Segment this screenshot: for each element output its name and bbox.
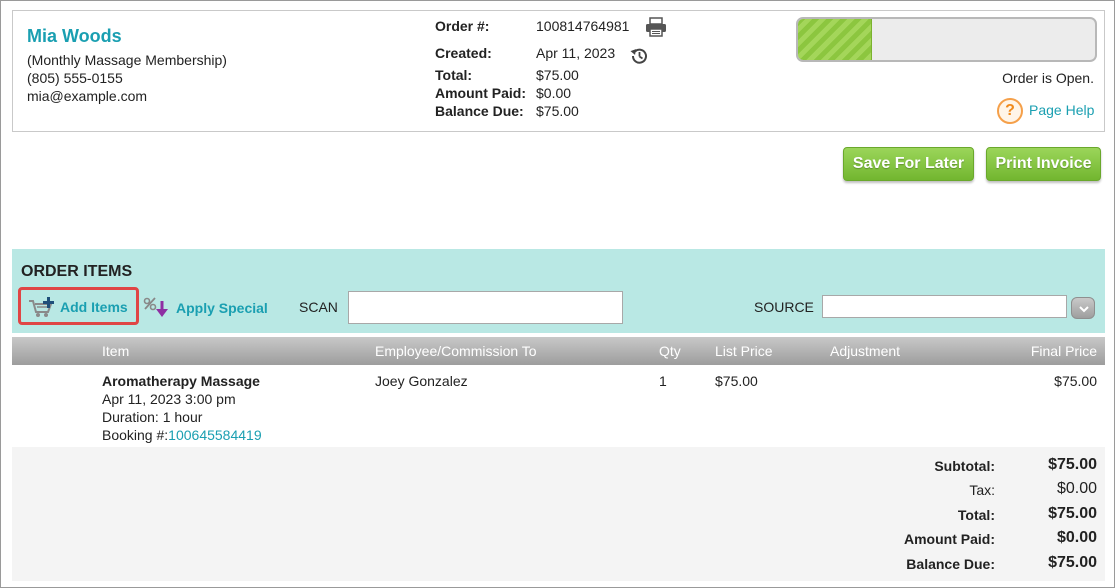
add-to-cart-icon [29,297,54,317]
tax-label: Tax: [969,482,995,498]
items-table-header: Item Employee/Commission To Qty List Pri… [12,337,1105,365]
source-input[interactable] [822,295,1067,318]
add-items-label: Add Items [60,299,128,315]
total-label: Total: [435,67,473,83]
booking-number-link[interactable]: 100645584419 [168,427,261,443]
item-booking: Booking #:100645584419 [102,427,262,443]
totals-total-value: $75.00 [1048,505,1097,522]
chevron-down-icon [1079,306,1089,313]
column-header-adjustment: Adjustment [830,343,901,359]
column-header-list-price: List Price [715,343,773,359]
totals-balance-label: Balance Due: [906,556,995,572]
order-number-label: Order #: [435,18,490,34]
discount-icon[interactable] [142,296,172,320]
print-invoice-button[interactable]: Print Invoice [986,147,1101,181]
created-date: Apr 11, 2023 [536,45,616,61]
booking-label: Booking #: [102,427,169,443]
printer-icon[interactable] [645,17,667,37]
source-dropdown-button[interactable] [1071,297,1095,319]
order-page: Mia Woods (Monthly Massage Membership) (… [0,0,1115,588]
order-totals: Subtotal: $75.00 Tax: $0.00 Total: $75.0… [12,447,1105,581]
order-status-text: Order is Open. [1002,70,1094,86]
tax-value: $0.00 [1056,480,1097,497]
history-icon[interactable] [629,46,649,66]
created-label: Created: [435,45,492,61]
column-header-employee: Employee/Commission To [375,343,537,359]
order-number: 100814764981 [536,18,630,34]
column-header-final-price: Final Price [1030,343,1097,359]
totals-paid-label: Amount Paid: [904,531,995,547]
item-name: Aromatherapy Massage [102,373,260,389]
subtotal-label: Subtotal: [934,458,995,474]
totals-total-label: Total: [957,507,995,523]
item-employee: Joey Gonzalez [375,373,468,389]
add-items-button[interactable]: Add Items [18,287,139,325]
totals-balance-value: $75.00 [1048,554,1097,571]
customer-name-link[interactable]: Mia Woods [27,26,122,47]
apply-special-link[interactable]: Apply Special [176,300,268,316]
amount-paid-label: Amount Paid: [435,85,526,101]
totals-paid-value: $0.00 [1056,529,1097,546]
order-total: $75.00 [536,67,579,83]
order-items-title: ORDER ITEMS [21,263,133,280]
order-progress-fill [798,19,873,60]
customer-email: mia@example.com [27,88,148,104]
scan-input[interactable] [348,291,623,324]
table-row: Aromatherapy Massage Apr 11, 2023 3:00 p… [12,365,1105,447]
balance-due-label: Balance Due: [435,103,524,119]
source-label: SOURCE [754,299,814,315]
customer-phone: (805) 555-0155 [27,70,123,86]
save-for-later-button[interactable]: Save For Later [843,147,974,181]
item-duration: Duration: 1 hour [102,409,203,425]
amount-paid: $0.00 [536,85,572,101]
item-qty: 1 [659,373,667,389]
page-help-link[interactable]: Page Help [1029,102,1094,118]
order-items-panel: ORDER ITEMS Add Items Apply Special SCAN… [12,249,1105,333]
scan-label: SCAN [299,299,338,315]
order-summary-box: Mia Woods (Monthly Massage Membership) (… [12,10,1105,132]
item-final-price: $75.00 [1054,373,1097,389]
balance-due: $75.00 [536,103,579,119]
column-header-qty: Qty [659,343,681,359]
question-icon[interactable]: ? [997,98,1023,124]
order-progress-bar [796,17,1097,62]
subtotal-value: $75.00 [1048,456,1097,473]
item-list-price: $75.00 [715,373,758,389]
customer-membership: (Monthly Massage Membership) [27,52,227,68]
column-header-item: Item [102,343,130,359]
item-datetime: Apr 11, 2023 3:00 pm [102,391,236,407]
